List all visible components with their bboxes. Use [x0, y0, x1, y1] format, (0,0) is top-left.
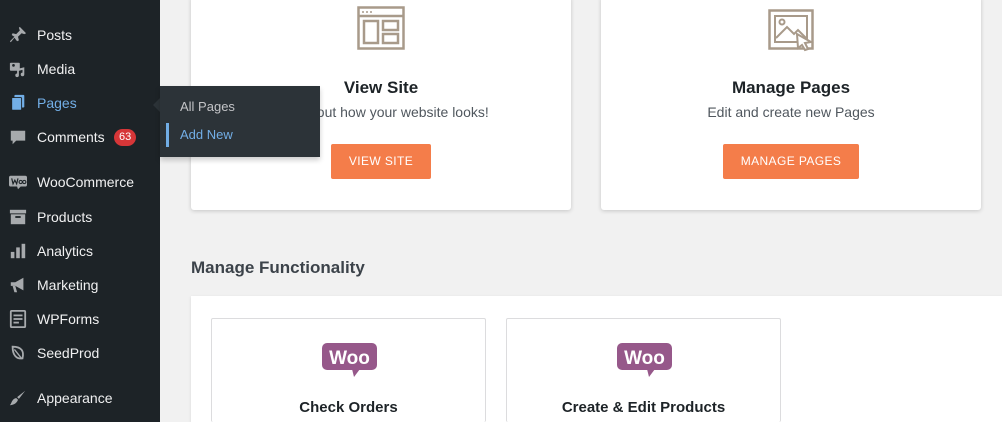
woo-logo-icon: Woo: [617, 343, 672, 377]
submenu-add-new[interactable]: Add New: [160, 122, 320, 148]
archive-icon: [9, 209, 27, 225]
sidebar-item-pages[interactable]: Pages: [0, 86, 160, 120]
sidebar-item-comments[interactable]: Comments 63: [0, 120, 160, 154]
sidebar-item-marketing[interactable]: Marketing: [0, 268, 160, 302]
sidebar-item-posts[interactable]: Posts: [0, 18, 160, 52]
woo-logo-icon: Woo: [322, 343, 377, 377]
sidebar-item-label: WooCommerce: [37, 174, 134, 190]
leaf-icon: [11, 345, 24, 360]
section-title: Manage Functionality: [191, 258, 365, 277]
sidebar-item-label: SeedProd: [37, 345, 100, 361]
svg-text:Woo: Woo: [624, 348, 665, 369]
create-edit-products-card[interactable]: Woo Create & Edit Products: [506, 318, 781, 422]
sidebar-item-label: Products: [37, 209, 93, 225]
media-icon: [9, 62, 25, 78]
card-title: Check Orders: [299, 399, 398, 416]
sidebar-item-label: Analytics: [37, 243, 94, 259]
comment-icon: [10, 130, 26, 145]
sidebar-item-label: WPForms: [37, 311, 100, 327]
sidebar-item-analytics[interactable]: Analytics: [0, 234, 160, 268]
sidebar-item-label: Media: [37, 61, 76, 77]
pages-submenu: All Pages Add New: [160, 86, 320, 157]
pages-icon: [11, 94, 25, 111]
paintbrush-icon: [9, 390, 26, 406]
card-description: Edit and create new Pages: [707, 104, 875, 120]
check-orders-card[interactable]: Woo Check Orders: [211, 318, 486, 422]
sidebar-item-media[interactable]: Media: [0, 52, 160, 86]
layout-icon: [357, 6, 405, 50]
sidebar-item-woocommerce[interactable]: WooCommerce: [0, 165, 160, 199]
bar-chart-icon: [10, 243, 26, 259]
sidebar-item-appearance[interactable]: Appearance: [0, 381, 160, 415]
sidebar-item-wpforms[interactable]: WPForms: [0, 302, 160, 336]
manage-pages-button[interactable]: MANAGE PAGES: [723, 144, 859, 179]
functionality-panel: Woo Check Orders Woo Create & Edit Produ…: [191, 296, 1002, 422]
megaphone-icon: [10, 277, 24, 293]
admin-sidebar: Posts Media Pages Comments 63 WooCommerc…: [0, 0, 160, 422]
sidebar-item-products[interactable]: Products: [0, 200, 160, 234]
card-title: Manage Pages: [731, 78, 851, 97]
svg-text:Woo: Woo: [329, 348, 370, 369]
sidebar-item-label: Appearance: [37, 390, 113, 406]
sidebar-item-seedprod[interactable]: SeedProd: [0, 336, 160, 370]
form-icon: [9, 310, 27, 328]
sidebar-item-label: Comments: [37, 129, 105, 145]
woo-icon: [9, 175, 27, 190]
view-site-button[interactable]: VIEW SITE: [331, 144, 431, 179]
submenu-all-pages[interactable]: All Pages: [160, 94, 320, 120]
sidebar-item-label: Pages: [37, 95, 77, 111]
card-title: Create & Edit Products: [561, 399, 726, 416]
pushpin-icon: [9, 26, 27, 43]
comment-count-badge: 63: [114, 129, 137, 146]
sidebar-item-label: Marketing: [37, 277, 99, 293]
sidebar-item-label: Posts: [37, 27, 73, 43]
manage-pages-card: Manage Pages Edit and create new Pages M…: [601, 0, 981, 210]
image-edit-icon: [768, 9, 814, 52]
